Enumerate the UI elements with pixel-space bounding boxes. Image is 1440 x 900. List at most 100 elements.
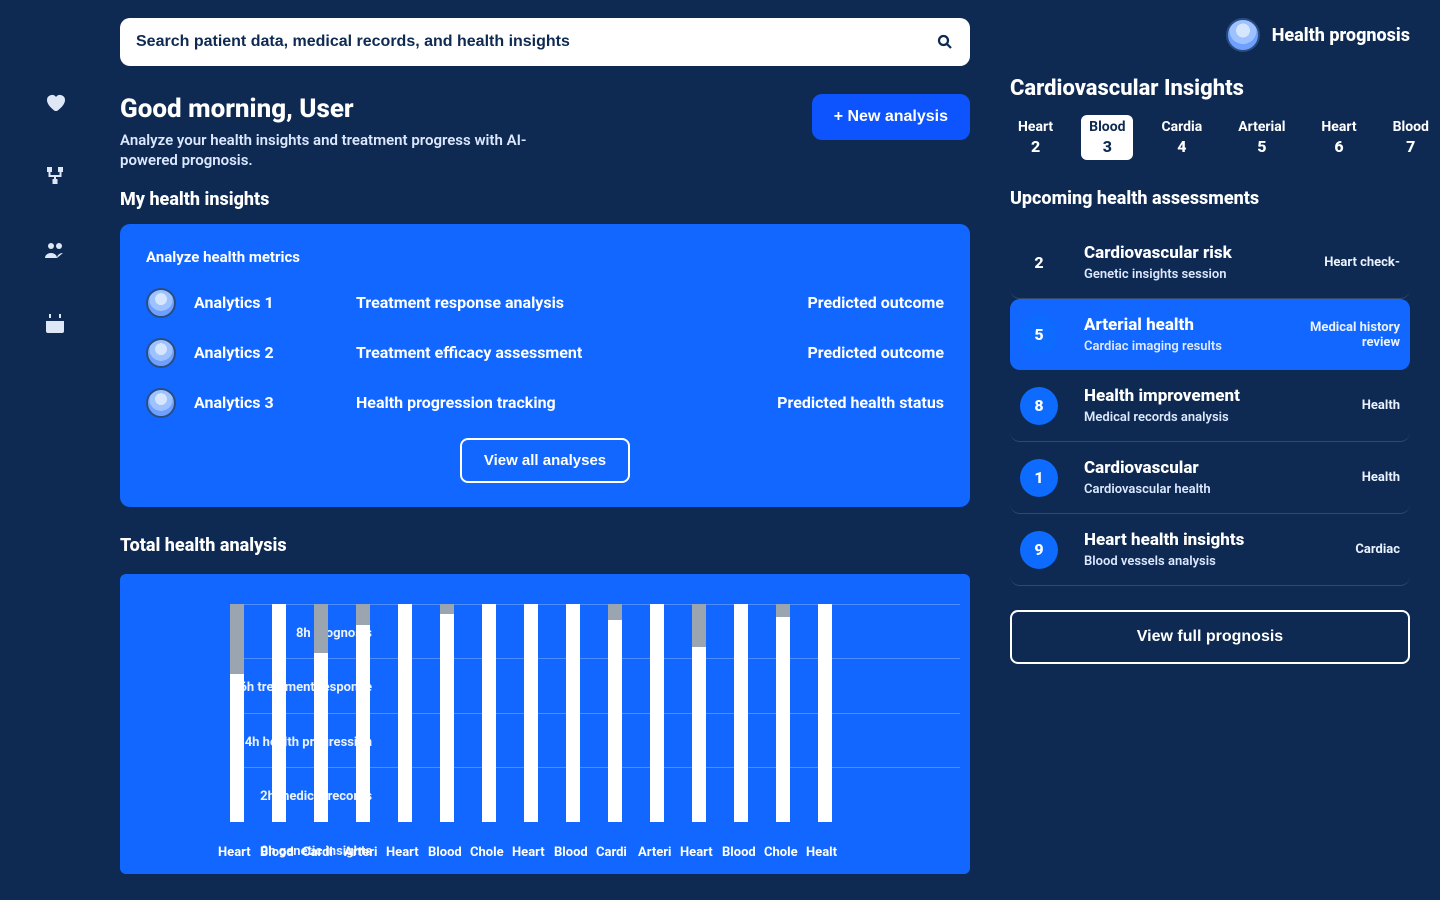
tab-number: 2 <box>1018 137 1053 156</box>
tab-number: 5 <box>1238 137 1285 156</box>
insight-tab[interactable]: Cardia 4 <box>1153 115 1210 160</box>
assessment-title: Arterial health <box>1084 315 1274 335</box>
tab-number: 4 <box>1161 137 1202 156</box>
assessment-item[interactable]: 5 Arterial health Cardiac imaging results M… <box>1010 299 1410 370</box>
heart-icon[interactable] <box>43 90 67 114</box>
assessment-subtitle: Blood vessels analysis <box>1084 554 1274 569</box>
assessment-number: 5 <box>1020 316 1058 354</box>
assessment-item[interactable]: 9 Heart health insights Blood vessels anal… <box>1010 514 1410 586</box>
assessment-tag: Medical history review <box>1290 320 1400 350</box>
x-axis-label: Blood <box>722 845 736 860</box>
assessment-number: 1 <box>1020 459 1058 497</box>
new-analysis-button[interactable]: + New analysis <box>812 94 970 140</box>
metric-outcome: Predicted outcome <box>764 343 944 362</box>
x-axis-label: Chole <box>470 845 484 860</box>
tab-number: 3 <box>1089 137 1125 156</box>
x-axis-label: Blood <box>260 845 274 860</box>
tab-number: 7 <box>1393 137 1429 156</box>
chart-bar <box>230 604 244 822</box>
tab-label: Cardia <box>1161 119 1202 135</box>
user-chip-label: Health prognosis <box>1272 25 1410 46</box>
chart-bar <box>524 604 538 822</box>
metric-row[interactable]: Analytics 2 Treatment efficacy assessment… <box>146 338 944 368</box>
metric-name: Analytics 3 <box>194 393 274 412</box>
chart-bar <box>692 604 706 822</box>
metric-name: Analytics 2 <box>194 343 274 362</box>
insight-tab[interactable]: Arterial5 <box>1230 115 1293 160</box>
chart-bar <box>650 604 664 822</box>
metrics-card-title: Analyze health metrics <box>146 248 944 266</box>
x-axis-label: Arteri <box>344 845 358 860</box>
nodes-icon[interactable] <box>43 164 67 188</box>
x-axis-label: Healt <box>806 845 820 860</box>
avatar <box>146 288 176 318</box>
assessment-item[interactable]: 2Cardiovascular riskGenetic insights ses… <box>1010 227 1410 299</box>
insight-tab[interactable]: Blood 3 <box>1081 115 1133 160</box>
assessment-item[interactable]: 8Health improvementMedical records analy… <box>1010 370 1410 442</box>
insights-section-title: My health insights <box>120 189 970 210</box>
metric-desc: Treatment response analysis <box>356 293 764 312</box>
metric-outcome: Predicted outcome <box>764 293 944 312</box>
chart-bar <box>398 604 412 822</box>
metric-row[interactable]: Analytics 1Treatment response analysisPr… <box>146 288 944 318</box>
view-full-prognosis-button[interactable]: View full prognosis <box>1010 610 1410 664</box>
insight-tabs: Heart2Blood3Cardia4Arterial5Heart6Blood7… <box>1010 115 1410 160</box>
people-icon[interactable] <box>43 238 67 262</box>
x-axis-label: Arteri <box>638 845 652 860</box>
search-box[interactable] <box>120 18 970 66</box>
tab-label: Blood <box>1393 119 1429 135</box>
assessment-tag: Cardiac <box>1290 542 1400 557</box>
assessment-tag: Health <box>1290 398 1400 413</box>
cardio-insights-title: Cardiovascular Insights <box>1010 76 1410 101</box>
tab-label: Heart <box>1018 119 1053 135</box>
metric-desc: Treatment efficacy assessment <box>356 343 764 362</box>
health-analysis-chart: 8h prognosis6h treatment response4h heal… <box>120 574 970 874</box>
insight-tab[interactable]: Blood 7 <box>1385 115 1437 160</box>
x-axis-label: Heart <box>218 845 232 860</box>
chart-bar <box>566 604 580 822</box>
assessment-subtitle: Medical records analysis <box>1084 410 1274 425</box>
metric-desc: Health progression tracking <box>356 393 764 412</box>
assessment-number: 9 <box>1020 531 1058 569</box>
avatar <box>146 388 176 418</box>
metrics-card: Analyze health metrics Analytics 1Treatm… <box>120 224 970 507</box>
x-axis-label: Cardi <box>596 845 610 860</box>
chart-bar <box>356 604 370 822</box>
upcoming-assessments-title: Upcoming health assessments <box>1010 188 1410 209</box>
calendar-icon[interactable] <box>43 312 67 336</box>
greeting: Good morning, User Analyze your health i… <box>120 94 550 171</box>
greeting-title: Good morning, User <box>120 94 550 124</box>
tab-label: Blood <box>1089 119 1125 135</box>
user-chip[interactable]: Health prognosis <box>1226 18 1410 52</box>
chart-bar <box>818 604 832 822</box>
x-axis-label: Heart <box>680 845 694 860</box>
tab-number: 6 <box>1321 137 1356 156</box>
assessment-subtitle: Cardiovascular health <box>1084 482 1274 497</box>
sidebar <box>0 0 110 900</box>
greeting-subtitle: Analyze your health insights and treatme… <box>120 130 550 171</box>
insight-tab[interactable]: Heart 2 <box>1010 115 1061 160</box>
chart-bar <box>440 604 454 822</box>
x-axis-label: Heart <box>386 845 400 860</box>
x-axis-label: Blood <box>428 845 442 860</box>
avatar <box>146 338 176 368</box>
assessment-title: Cardiovascular risk <box>1084 243 1274 263</box>
search-input[interactable] <box>136 33 936 51</box>
assessment-title: Health improvement <box>1084 386 1274 406</box>
chart-bar <box>608 604 622 822</box>
insight-tab[interactable]: Heart 6 <box>1313 115 1364 160</box>
metric-row[interactable]: Analytics 3 Health progression trackingPr… <box>146 388 944 418</box>
metric-outcome: Predicted health status <box>764 393 944 412</box>
assessment-item[interactable]: 1CardiovascularCardiovascular healthHeal… <box>1010 442 1410 514</box>
chart-bar <box>482 604 496 822</box>
x-axis-label: Cardi <box>302 845 316 860</box>
search-icon <box>936 33 954 51</box>
assessment-title: Cardiovascular <box>1084 458 1274 478</box>
assessment-title: Heart health insights <box>1084 530 1274 550</box>
assessment-tag: Heart check- <box>1290 255 1400 270</box>
chart-bar <box>776 604 790 822</box>
assessment-subtitle: Cardiac imaging results <box>1084 339 1274 354</box>
total-analysis-title: Total health analysis <box>120 535 970 556</box>
tab-label: Heart <box>1321 119 1356 135</box>
view-all-analyses-button[interactable]: View all analyses <box>460 438 630 483</box>
